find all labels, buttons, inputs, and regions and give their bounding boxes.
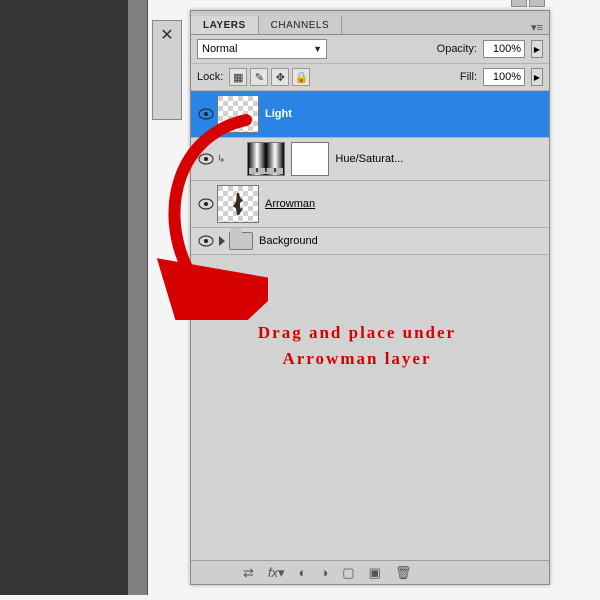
panel-menu-icon[interactable]: ▾≡ (525, 21, 549, 34)
group-disclosure-icon[interactable] (219, 236, 225, 246)
document-canvas (0, 0, 128, 595)
new-adjustment-icon[interactable]: ◑ (320, 565, 328, 580)
layer-row-background-group[interactable]: Background (191, 228, 549, 255)
eye-icon (198, 235, 214, 247)
layers-panel-footer: ⇄ fx▾ ◐ ◑ ▢ ▣ 🗑 (191, 560, 549, 584)
delete-layer-icon[interactable]: 🗑 (395, 565, 412, 581)
opacity-input[interactable]: 100% (483, 40, 525, 58)
lock-position-icon[interactable]: ✥ (271, 68, 289, 86)
blend-mode-select[interactable]: Normal ▼ (197, 39, 327, 59)
opacity-value: 100% (493, 43, 521, 55)
fill-flyout-icon[interactable]: ▶ (531, 68, 543, 86)
add-mask-icon[interactable]: ◐ (299, 565, 307, 580)
fill-value: 100% (493, 71, 521, 83)
opacity-flyout-icon[interactable]: ▶ (531, 40, 543, 58)
visibility-toggle[interactable] (195, 235, 217, 247)
layer-thumbnail[interactable] (217, 185, 259, 223)
panel-tabbar: LAYERS CHANNELS ▾≡ (191, 11, 549, 35)
layer-list: Light ↳ Hue/Saturat... (191, 91, 549, 255)
layer-row-arrowman[interactable]: Arrowman (191, 181, 549, 228)
layer-name-label: Light (265, 108, 292, 120)
eye-icon (198, 153, 214, 165)
tab-layers[interactable]: LAYERS (191, 16, 259, 34)
mask-thumbnail[interactable] (291, 142, 329, 176)
layer-effects-icon[interactable]: fx▾ (268, 565, 285, 581)
layer-thumbnail[interactable] (217, 95, 259, 133)
chevron-down-icon: ▼ (313, 44, 322, 54)
annotation-text: Drag and place under Arrowman layer (232, 320, 482, 371)
workspace-splitter (0, 0, 148, 595)
panel-grip-icon[interactable] (529, 0, 545, 7)
folder-icon[interactable] (229, 232, 253, 250)
layer-name-label: Arrowman (265, 198, 315, 210)
panel-minimize-icon[interactable] (511, 0, 527, 7)
visibility-toggle[interactable] (195, 198, 217, 210)
layer-row-light[interactable]: Light (191, 91, 549, 138)
lock-row: Lock: ▦ ✎ ✥ 🔒 Fill: 100% ▶ (191, 64, 549, 91)
visibility-toggle[interactable] (195, 108, 217, 120)
layer-name-label: Background (259, 235, 318, 247)
link-layers-icon[interactable]: ⇄ (243, 565, 254, 581)
tool-utilities-icon[interactable]: ✕ (153, 21, 181, 49)
toolbar-strip: ✕ (152, 20, 182, 120)
layer-name-label: Hue/Saturat... (335, 153, 403, 165)
fill-input[interactable]: 100% (483, 68, 525, 86)
panel-collapse-buttons[interactable] (511, 0, 545, 7)
lock-pixels-icon[interactable]: ✎ (250, 68, 268, 86)
adjustment-thumbnail[interactable] (247, 142, 285, 176)
tab-channels[interactable]: CHANNELS (259, 16, 342, 34)
layers-panel: LAYERS CHANNELS ▾≡ Normal ▼ Opacity: 100… (190, 10, 550, 585)
eye-icon (198, 108, 214, 120)
opacity-label: Opacity: (437, 43, 477, 55)
blend-mode-value: Normal (202, 43, 237, 55)
eye-icon (198, 198, 214, 210)
clipping-indicator-icon: ↳ (217, 154, 225, 165)
annotation-line-1: Drag and place under (232, 320, 482, 346)
lock-label: Lock: (197, 71, 223, 83)
new-group-icon[interactable]: ▢ (342, 565, 354, 581)
new-layer-icon[interactable]: ▣ (369, 565, 381, 581)
annotation-line-2: Arrowman layer (232, 346, 482, 372)
lock-transparency-icon[interactable]: ▦ (229, 68, 247, 86)
visibility-toggle[interactable] (195, 153, 217, 165)
layer-row-hue-saturation[interactable]: ↳ Hue/Saturat... (191, 138, 549, 181)
blend-row: Normal ▼ Opacity: 100% ▶ (191, 35, 549, 64)
lock-all-icon[interactable]: 🔒 (292, 68, 310, 86)
fill-label: Fill: (460, 71, 477, 83)
